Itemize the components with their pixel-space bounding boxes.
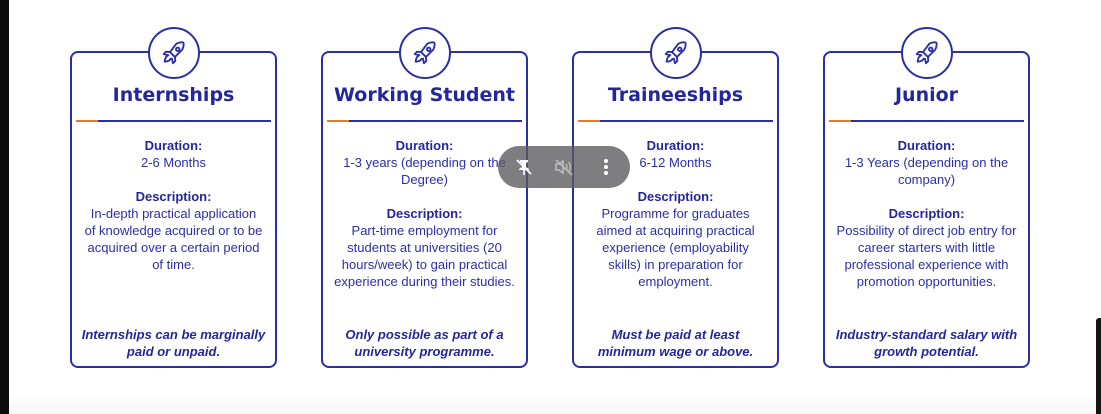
card-title: Traineeships [607,84,744,106]
divider-accent [829,120,851,122]
title-divider [327,120,522,122]
title-divider [829,120,1024,122]
card-footer-note: Internships can be marginally paid or un… [81,327,266,359]
unpin-button[interactable] [504,146,544,188]
card-body: Duration: 1-3 Years (depending on the co… [831,137,1022,290]
rocket-badge [900,27,953,79]
unpin-icon [516,159,532,175]
duration-value: 1-3 years (depending on the Degree) [343,155,506,187]
duration-label: Duration: [897,138,956,153]
video-control-bar [498,146,630,188]
duration-label: Duration: [144,138,203,153]
card-title: Working Student [334,84,515,106]
description-label: Description: [637,189,714,204]
description-label: Description: [135,189,212,204]
duration-value: 2-6 Months [140,155,207,170]
description-label: Description: [888,206,965,221]
rocket-icon [413,41,436,65]
mute-button[interactable] [544,146,584,188]
card-title: Internships [112,84,235,106]
rocket-icon [915,41,938,65]
card-body: Duration: 1-3 years (depending on the De… [329,137,520,290]
card-internships: Internships Duration: 2-6 Months Descrip… [70,27,277,368]
rocket-icon [162,41,185,65]
card-junior: Junior Duration: 1-3 Years (depending on… [823,27,1030,368]
description-text: Possibility of direct job entry for care… [836,223,1017,289]
bottom-fade [9,394,1101,414]
muted-speaker-icon [555,159,573,176]
divider-accent [327,120,349,122]
card-footer-note: Industry-standard salary with growth pot… [835,327,1018,359]
duration-value: 1-3 Years (depending on the company) [844,155,1009,187]
card-footer-note: Only possible as part of a university pr… [345,327,504,359]
title-divider [578,120,773,122]
card-title: Junior [894,84,959,106]
rocket-badge [398,27,451,79]
card-footer-note: Must be paid at least minimum wage or ab… [597,327,754,359]
duration-label: Duration: [395,138,454,153]
more-vertical-icon [604,159,608,175]
card-body: Duration: 2-6 Months Description: In-dep… [78,137,269,273]
window-right-edge [1096,318,1101,414]
description-label: Description: [386,206,463,221]
window-left-edge [0,0,9,414]
description-text: In-depth practical application of knowle… [84,206,263,272]
divider-accent [76,120,98,122]
rocket-icon [664,41,687,65]
title-divider [76,120,271,122]
rocket-badge [649,27,702,79]
divider-accent [578,120,600,122]
rocket-badge [147,27,200,79]
description-text: Part-time employment for students at uni… [334,223,515,289]
card-traineeships: Traineeships Duration: 6-12 Months Descr… [572,27,779,368]
more-options-button[interactable] [588,146,624,188]
description-text: Programme for graduates aimed at acquiri… [596,206,755,289]
card-working-student: Working Student Duration: 1-3 years (dep… [321,27,528,368]
